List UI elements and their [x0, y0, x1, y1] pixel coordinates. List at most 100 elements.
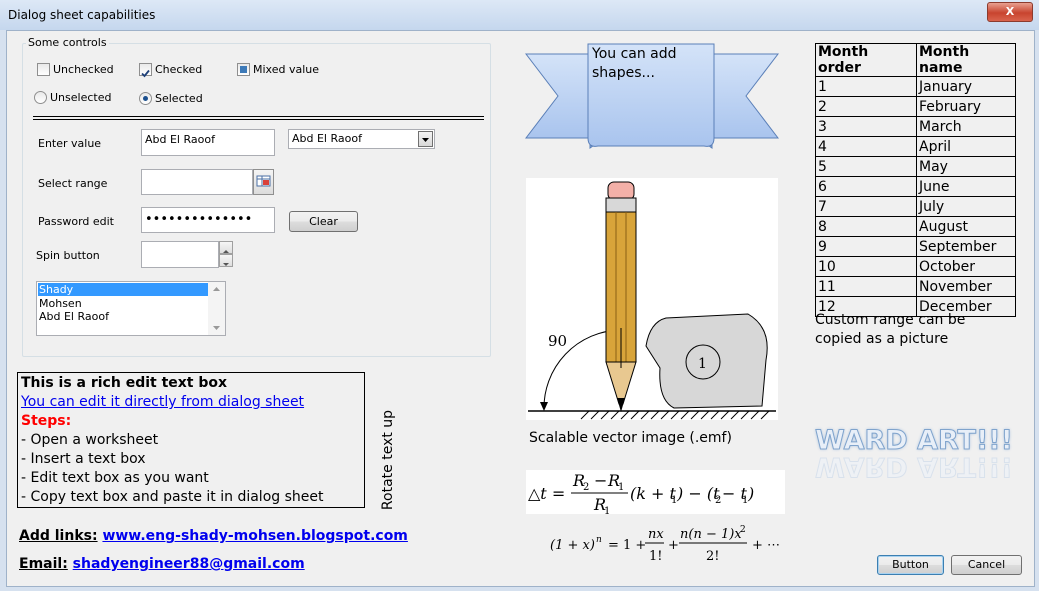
spin-down-button[interactable]: [219, 254, 233, 267]
svg-text:) − (t: ) − (t: [676, 484, 720, 503]
table-cell: June: [916, 176, 1016, 197]
step-item: - Edit text box as you want: [21, 470, 209, 486]
close-button[interactable]: X: [987, 2, 1033, 22]
cancel-button[interactable]: Cancel: [951, 555, 1022, 575]
table-cell: March: [916, 116, 1016, 137]
table-row: 5 May: [815, 156, 1016, 177]
svg-text:): ): [747, 484, 754, 503]
table-cell: 8: [815, 216, 917, 237]
checkbox-mixed-label: Mixed value: [253, 63, 320, 76]
svg-text:1: 1: [618, 482, 624, 493]
blog-link[interactable]: www.eng-shady-mohsen.blogspot.com: [102, 528, 407, 544]
header-month-name: Month name: [916, 43, 1016, 77]
pencil-eraser-vector-image: 90 1: [526, 178, 778, 420]
separator-line-top: [33, 116, 484, 117]
table-row: 8 August: [815, 216, 1016, 237]
checkbox-checked-label: Checked: [155, 63, 203, 76]
table-row: 4 April: [815, 136, 1016, 157]
checkbox-checked[interactable]: [139, 63, 152, 78]
group-title: Some controls: [26, 36, 109, 49]
checkbox-unchecked[interactable]: [37, 63, 50, 76]
title-bar: [0, 0, 1039, 30]
scroll-arrows-icon: [213, 287, 220, 330]
mixed-indicator-icon: [240, 66, 247, 73]
list-item[interactable]: Abd El Raoof: [38, 310, 109, 323]
table-cell: August: [916, 216, 1016, 237]
step-item: - Insert a text box: [21, 451, 146, 467]
dropdown-arrow-button[interactable]: [418, 131, 433, 147]
email-link[interactable]: shadyengineer88@gmail.com: [73, 556, 305, 572]
table-cell: November: [916, 276, 1016, 297]
table-cell: 3: [815, 116, 917, 137]
svg-text:+: +: [668, 538, 679, 553]
list-item[interactable]: Shady: [38, 283, 208, 296]
check-mark-icon: [141, 69, 150, 78]
svg-text:2: 2: [740, 525, 746, 535]
table-cell: April: [916, 136, 1016, 157]
svg-text:1!: 1!: [649, 549, 663, 564]
table-cell: October: [916, 256, 1016, 277]
equation-image-1: △t = R2 − R1 R1 (k + t1 ) − (t2 − t1 ): [526, 470, 785, 514]
month-table: Month order Month name 1 January 2 Februar…: [815, 43, 1016, 317]
image-caption: Scalable vector image (.emf): [529, 430, 732, 446]
table-row: 3 March: [815, 116, 1016, 137]
select-range-label: Select range: [38, 177, 108, 190]
svg-text:−: −: [594, 471, 607, 490]
svg-text:= 1 +: = 1 +: [608, 538, 646, 553]
table-cell: 11: [815, 276, 917, 297]
add-links-label: Add links:: [19, 528, 98, 544]
select-range-input[interactable]: [141, 169, 253, 195]
table-cell: 9: [815, 236, 917, 257]
list-item[interactable]: Mohsen: [38, 297, 82, 310]
button-button[interactable]: Button: [877, 555, 944, 575]
table-row: 7 July: [815, 196, 1016, 217]
table-cell: 1: [815, 76, 917, 97]
table-cell: 10: [815, 256, 917, 277]
table-cell: 6: [815, 176, 917, 197]
svg-text:n(n − 1)x: n(n − 1)x: [680, 527, 742, 542]
svg-text:(k + t: (k + t: [630, 484, 677, 503]
svg-text:(1 + x): (1 + x): [550, 538, 595, 553]
table-row: 2 February: [815, 96, 1016, 117]
table-note-line: copied as a picture: [815, 331, 949, 347]
rich-edit-textbox[interactable]: This is a rich edit text box You can edi…: [17, 372, 365, 508]
table-cell: July: [916, 196, 1016, 217]
angle-label: 90: [548, 332, 567, 350]
table-note: Custom range can be copied as a picture: [815, 311, 965, 349]
table-row: 9 September: [815, 236, 1016, 257]
spin-button-label: Spin button: [36, 249, 100, 262]
table-cell: 2: [815, 96, 917, 117]
add-links-row: Add links: www.eng-shady-mohsen.blogspot…: [19, 528, 408, 544]
table-row: 6 June: [815, 176, 1016, 197]
checkbox-unchecked-label: Unchecked: [53, 63, 114, 76]
step-item: - Copy text box and paste it in dialog s…: [21, 489, 324, 505]
enter-value-input[interactable]: Abd El Raoof: [141, 129, 275, 156]
word-art-reflection: WARD ART!!!: [815, 451, 1014, 483]
rotated-text: Rotate text up: [380, 409, 396, 511]
svg-text:2: 2: [583, 482, 589, 493]
spin-up-button[interactable]: [219, 241, 233, 254]
table-cell: September: [916, 236, 1016, 257]
separator-line-bottom: [33, 119, 484, 120]
chevron-down-icon: [223, 263, 229, 266]
email-row: Email: shadyengineer88@gmail.com: [19, 556, 305, 572]
password-input[interactable]: ••••••••••••••: [141, 207, 275, 233]
value-dropdown[interactable]: Abd El Raoof: [288, 129, 435, 149]
listbox-scrollbar[interactable]: [208, 282, 225, 335]
chevron-down-icon: [422, 138, 429, 142]
rich-link[interactable]: You can edit it directly from dialog she…: [21, 393, 361, 412]
svg-text:+ ⋯: + ⋯: [752, 538, 780, 553]
radio-dot-icon: [143, 96, 148, 101]
clear-button[interactable]: Clear: [289, 211, 358, 232]
table-header-row: Month order Month name: [815, 43, 1016, 77]
radio-selected[interactable]: [139, 92, 152, 105]
range-picker-icon: [256, 175, 271, 187]
table-cell: 5: [815, 156, 917, 177]
radio-unselected[interactable]: [34, 91, 47, 104]
svg-text:1: 1: [604, 506, 610, 514]
spin-input[interactable]: [141, 241, 219, 268]
range-picker-button[interactable]: [253, 169, 274, 195]
table-row: 10 October: [815, 256, 1016, 277]
table-note-line: Custom range can be: [815, 312, 966, 328]
checkbox-mixed[interactable]: [237, 63, 250, 76]
